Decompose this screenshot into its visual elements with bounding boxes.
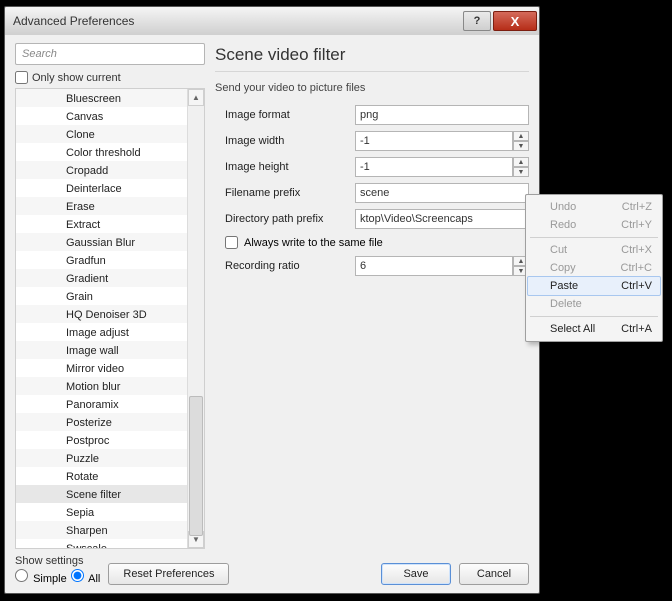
- help-button[interactable]: ?: [463, 11, 491, 31]
- reset-preferences-button[interactable]: Reset Preferences: [108, 563, 229, 585]
- always-write-checkbox[interactable]: Always write to the same file: [225, 236, 529, 249]
- tree-item[interactable]: Panoramix: [16, 395, 204, 413]
- save-button[interactable]: Save: [381, 563, 451, 585]
- cm-select-all[interactable]: Select AllCtrl+A: [528, 320, 660, 338]
- preferences-tree: BluescreenCanvasCloneColor thresholdCrop…: [15, 88, 205, 549]
- recording-ratio-label: Recording ratio: [225, 260, 355, 272]
- context-menu: UndoCtrl+Z RedoCtrl+Y CutCtrl+X CopyCtrl…: [525, 194, 663, 342]
- recording-ratio-input[interactable]: 6: [355, 256, 513, 276]
- filename-prefix-input[interactable]: scene: [355, 183, 529, 203]
- cm-copy[interactable]: CopyCtrl+C: [528, 259, 660, 277]
- window-title: Advanced Preferences: [13, 14, 461, 28]
- tree-item[interactable]: Clone: [16, 125, 204, 143]
- tree-item[interactable]: Gradfun: [16, 251, 204, 269]
- close-button[interactable]: X: [493, 11, 537, 31]
- tree-item[interactable]: Image adjust: [16, 323, 204, 341]
- image-width-label: Image width: [225, 135, 355, 147]
- tree-item[interactable]: Sharpen: [16, 521, 204, 539]
- image-height-up[interactable]: ▲: [513, 157, 529, 167]
- dir-prefix-input[interactable]: ktop\Video\Screencaps: [355, 209, 529, 229]
- tree-item[interactable]: Rotate: [16, 467, 204, 485]
- tree-item[interactable]: Swscale: [16, 539, 204, 548]
- tree-item[interactable]: Scene filter: [16, 485, 204, 503]
- image-height-input[interactable]: -1: [355, 157, 513, 177]
- only-show-current-checkbox[interactable]: Only show current: [15, 71, 205, 84]
- tree-item[interactable]: Erase: [16, 197, 204, 215]
- panel-title: Scene video filter: [215, 45, 529, 65]
- preferences-dialog: Advanced Preferences ? X Search Only sho…: [4, 6, 540, 594]
- image-format-label: Image format: [225, 109, 355, 121]
- radio-all[interactable]: All: [71, 569, 101, 585]
- tree-item[interactable]: Mirror video: [16, 359, 204, 377]
- image-width-down[interactable]: ▼: [513, 141, 529, 151]
- tree-item[interactable]: Cropadd: [16, 161, 204, 179]
- tree-item[interactable]: Posterize: [16, 413, 204, 431]
- image-height-down[interactable]: ▼: [513, 167, 529, 177]
- tree-item[interactable]: Color threshold: [16, 143, 204, 161]
- tree-item[interactable]: HQ Denoiser 3D: [16, 305, 204, 323]
- tree-scrollbar[interactable]: ▲ ▼: [187, 89, 204, 548]
- tree-item[interactable]: Puzzle: [16, 449, 204, 467]
- tree-item[interactable]: Canvas: [16, 107, 204, 125]
- tree-item[interactable]: Extract: [16, 215, 204, 233]
- always-write-box[interactable]: [225, 236, 238, 249]
- tree-item[interactable]: Bluescreen: [16, 89, 204, 107]
- cm-redo[interactable]: RedoCtrl+Y: [528, 216, 660, 234]
- scroll-up-button[interactable]: ▲: [188, 89, 204, 106]
- image-format-input[interactable]: png: [355, 105, 529, 125]
- image-width-up[interactable]: ▲: [513, 131, 529, 141]
- filename-prefix-label: Filename prefix: [225, 187, 355, 199]
- always-write-label: Always write to the same file: [244, 237, 383, 249]
- scroll-thumb[interactable]: [189, 396, 203, 536]
- panel-subtitle: Send your video to picture files: [215, 82, 529, 94]
- cancel-button[interactable]: Cancel: [459, 563, 529, 585]
- tree-item[interactable]: Postproc: [16, 431, 204, 449]
- tree-item[interactable]: Gradient: [16, 269, 204, 287]
- cm-undo[interactable]: UndoCtrl+Z: [528, 198, 660, 216]
- image-height-label: Image height: [225, 161, 355, 173]
- dir-prefix-label: Directory path prefix: [225, 213, 355, 225]
- search-placeholder: Search: [22, 48, 57, 60]
- radio-simple[interactable]: Simple: [15, 569, 67, 585]
- tree-item[interactable]: Gaussian Blur: [16, 233, 204, 251]
- tree-item[interactable]: Grain: [16, 287, 204, 305]
- only-show-current-label: Only show current: [32, 72, 121, 84]
- titlebar: Advanced Preferences ? X: [5, 7, 539, 35]
- tree-item[interactable]: Sepia: [16, 503, 204, 521]
- only-show-current-box[interactable]: [15, 71, 28, 84]
- cm-cut[interactable]: CutCtrl+X: [528, 241, 660, 259]
- image-width-input[interactable]: -1: [355, 131, 513, 151]
- cm-delete[interactable]: Delete: [528, 295, 660, 313]
- tree-item[interactable]: Image wall: [16, 341, 204, 359]
- cm-paste[interactable]: PasteCtrl+V: [527, 276, 661, 296]
- tree-item[interactable]: Motion blur: [16, 377, 204, 395]
- search-input[interactable]: Search: [15, 43, 205, 65]
- show-settings-label: Show settings: [15, 555, 100, 567]
- tree-item[interactable]: Deinterlace: [16, 179, 204, 197]
